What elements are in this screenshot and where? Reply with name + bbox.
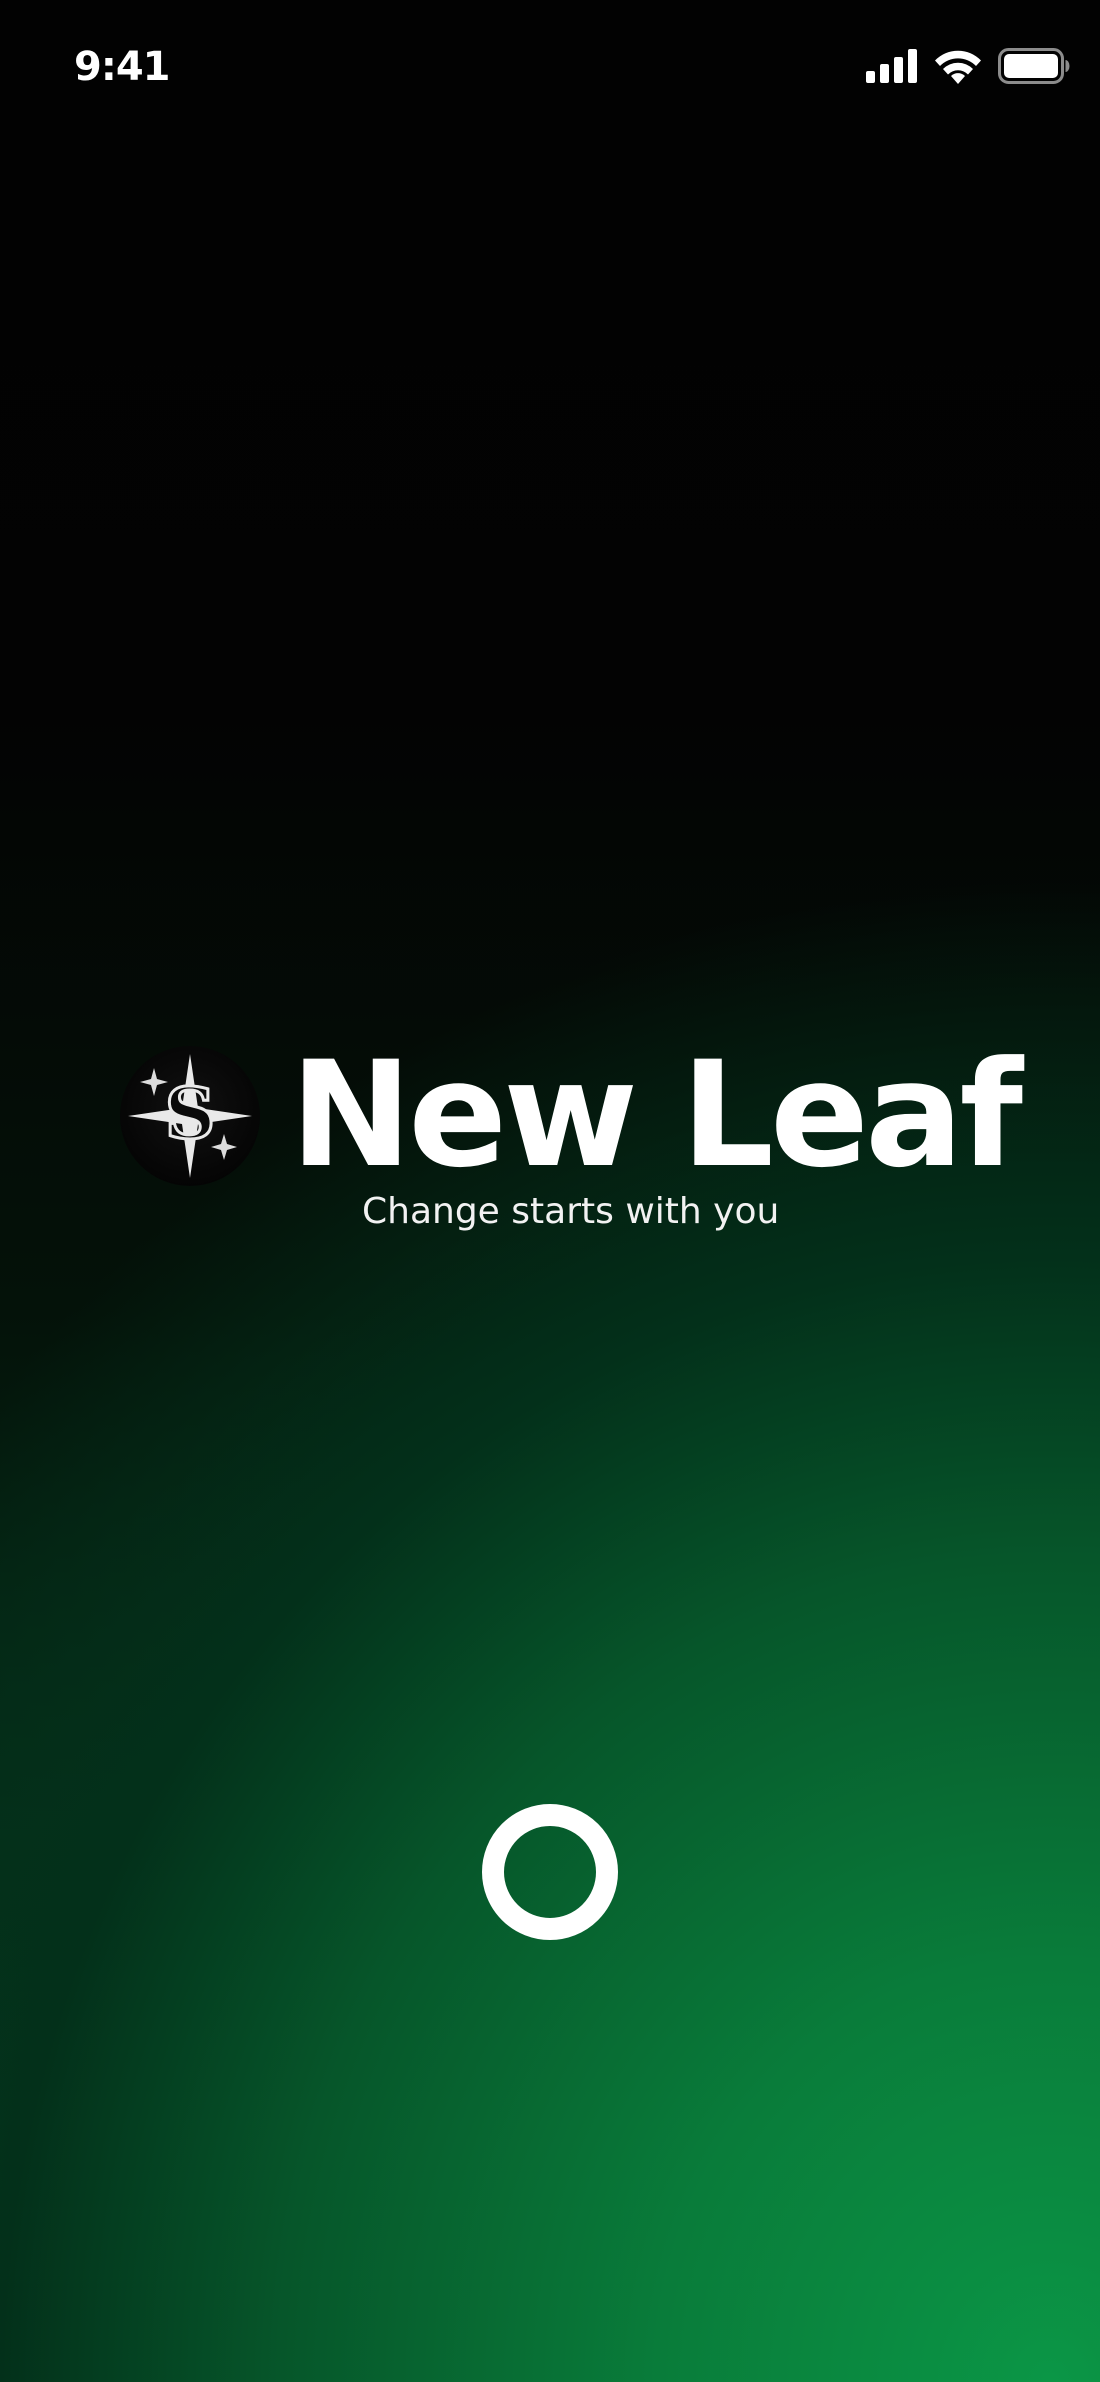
splash-screen: 9:41 S New Leaf Change starts with you bbox=[0, 0, 1100, 2382]
tagline: Change starts with you bbox=[362, 1191, 780, 1232]
brand-lockup: S New Leaf Change starts with you bbox=[120, 1040, 1023, 1240]
cellular-signal-icon bbox=[866, 49, 918, 83]
app-title: New Leaf bbox=[290, 1030, 1023, 1200]
battery-icon bbox=[998, 48, 1070, 84]
status-icons bbox=[866, 46, 1070, 86]
status-time: 9:41 bbox=[74, 44, 170, 90]
loading-ring-icon bbox=[482, 1804, 618, 1940]
dollar-compass-star-icon: S bbox=[120, 1046, 260, 1186]
status-bar: 9:41 bbox=[0, 0, 1100, 130]
wifi-icon bbox=[934, 48, 982, 84]
